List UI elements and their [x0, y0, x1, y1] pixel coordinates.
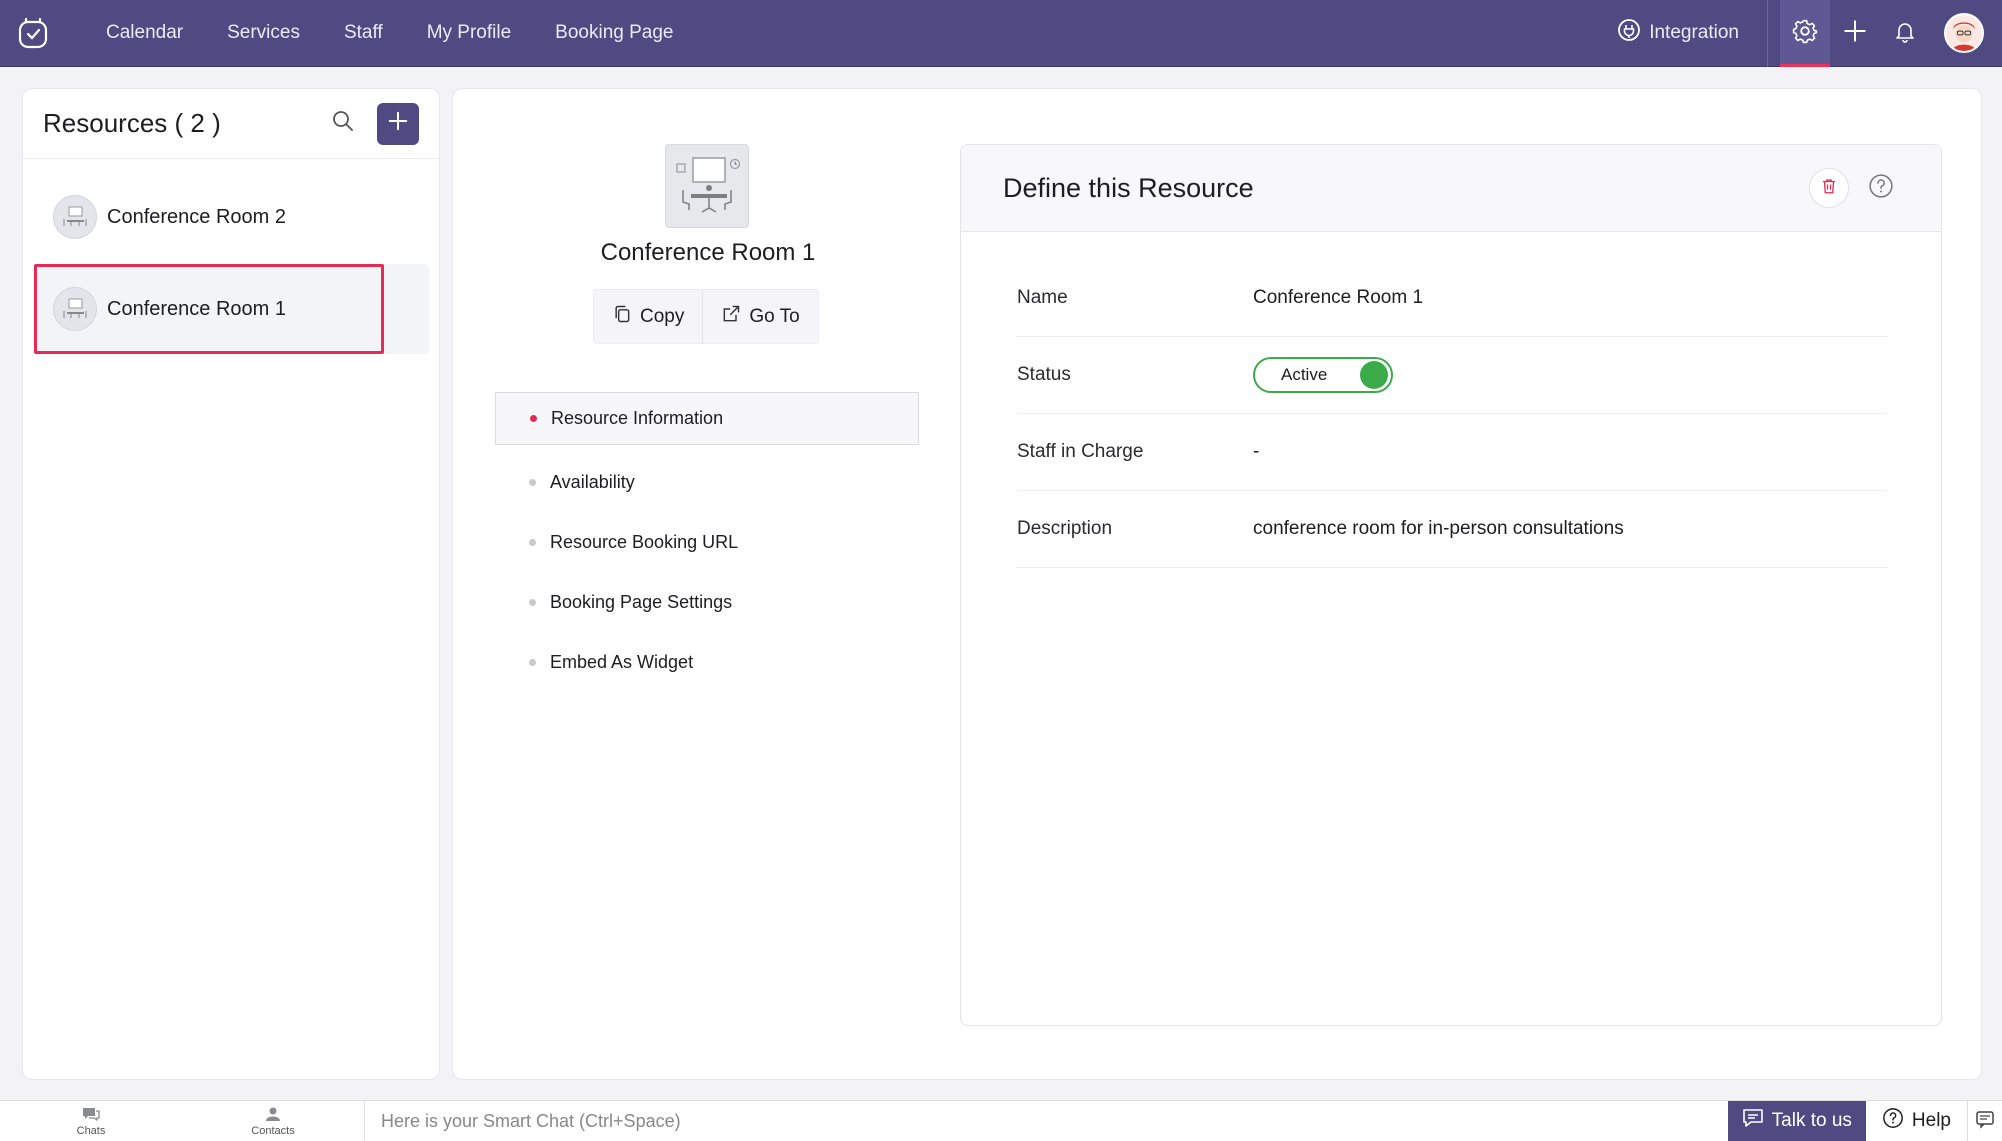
menu-resource-information[interactable]: Resource Information: [495, 392, 919, 445]
bell-icon: [1893, 19, 1917, 48]
menu-label: Availability: [550, 471, 635, 492]
gear-icon: [1792, 18, 1818, 49]
resources-panel: Resources ( 2 ) Conference Room 2 Confer…: [22, 88, 440, 1080]
field-label: Description: [1017, 518, 1113, 539]
menu-label: Booking Page Settings: [550, 591, 733, 612]
menu-label: Embed As Widget: [550, 651, 694, 672]
menu-availability[interactable]: Availability: [495, 452, 919, 512]
copy-label: Copy: [640, 305, 685, 327]
go-to-label: Go To: [749, 305, 800, 327]
resource-fields: Name Conference Room 1 Status Active Sta…: [1017, 260, 1887, 568]
define-resource-title: Define this Resource: [1003, 172, 1254, 203]
delete-resource-button[interactable]: [1809, 168, 1849, 208]
menu-resource-booking-url[interactable]: Resource Booking URL: [495, 512, 919, 572]
field-value[interactable]: Conference Room 1: [1253, 287, 1423, 309]
user-avatar[interactable]: [1944, 13, 1984, 53]
resource-item-label: Conference Room 1: [107, 297, 286, 320]
add-resource-button[interactable]: [377, 102, 419, 145]
notifications-button[interactable]: [1880, 0, 1930, 67]
nav-booking-page[interactable]: Booking Page: [533, 0, 695, 67]
plus-icon: [1842, 18, 1868, 49]
nav-services[interactable]: Services: [205, 0, 322, 67]
resource-actions: Copy Go To: [593, 289, 819, 344]
integration-icon: [1617, 18, 1641, 48]
field-value[interactable]: -: [1253, 441, 1259, 463]
integration-label: Integration: [1649, 22, 1739, 43]
question-icon: [1868, 173, 1894, 204]
field-row-status: Status Active: [1017, 337, 1887, 414]
help-label: Help: [1911, 1110, 1951, 1131]
field-row-name: Name Conference Room 1: [1017, 260, 1887, 337]
field-label: Name: [1017, 287, 1068, 308]
help-button[interactable]: [1863, 170, 1899, 206]
feedback-button[interactable]: [1968, 1101, 2002, 1141]
contacts-label: Contacts: [251, 1124, 295, 1137]
bullet-dot: [530, 415, 537, 422]
resource-item-conference-room-1[interactable]: Conference Room 1: [33, 264, 429, 354]
resource-item-conference-room-2[interactable]: Conference Room 2: [33, 172, 429, 262]
chats-label: Chats: [76, 1124, 106, 1137]
plus-icon: [387, 110, 409, 137]
bullet-dot: [529, 538, 536, 546]
message-icon: [1742, 1108, 1764, 1134]
settings-button[interactable]: [1780, 0, 1830, 67]
talk-to-us-label: Talk to us: [1771, 1110, 1852, 1131]
field-label: Status: [1017, 364, 1071, 385]
toggle-knob: [1360, 361, 1388, 389]
menu-label: Resource Booking URL: [550, 531, 739, 552]
chat-bubble-icon: [81, 1106, 101, 1125]
field-value[interactable]: conference room for in-person consultati…: [1253, 518, 1624, 540]
bottom-bar: Chats Contacts Here is your Smart Chat (…: [0, 1100, 2002, 1141]
search-button[interactable]: [323, 104, 363, 144]
field-row-staff-in-charge: Staff in Charge -: [1017, 414, 1887, 491]
help-link[interactable]: Help: [1866, 1100, 1968, 1141]
menu-booking-page-settings[interactable]: Booking Page Settings: [495, 572, 919, 632]
app-logo-icon[interactable]: [16, 15, 52, 51]
status-toggle[interactable]: Active: [1253, 357, 1393, 393]
copy-button[interactable]: Copy: [594, 290, 702, 343]
go-to-button[interactable]: Go To: [702, 290, 817, 343]
menu-label: Resource Information: [551, 408, 724, 428]
smart-chat-input[interactable]: Here is your Smart Chat (Ctrl+Space): [364, 1100, 1728, 1141]
contacts-icon: [264, 1106, 282, 1125]
bullet-dot: [529, 658, 536, 666]
integration-link[interactable]: Integration: [1617, 0, 1768, 67]
chats-tab[interactable]: Chats: [0, 1101, 182, 1141]
trash-icon: [1820, 177, 1838, 200]
resources-title: Resources ( 2 ): [43, 108, 221, 138]
contacts-tab[interactable]: Contacts: [182, 1101, 364, 1141]
conference-room-icon: [53, 287, 97, 331]
conference-room-icon: [53, 195, 97, 239]
field-label: Staff in Charge: [1017, 441, 1144, 462]
copy-icon: [612, 304, 632, 330]
external-link-icon: [721, 304, 741, 330]
bullet-dot: [529, 598, 536, 606]
define-resource-header: Define this Resource: [961, 145, 1941, 232]
nav-staff[interactable]: Staff: [322, 0, 405, 67]
resource-section-menu: Resource Information Availability Resour…: [495, 392, 919, 692]
talk-to-us-button[interactable]: Talk to us: [1727, 1100, 1866, 1141]
add-new-button[interactable]: [1830, 0, 1880, 67]
nav-my-profile[interactable]: My Profile: [405, 0, 533, 67]
menu-embed-as-widget[interactable]: Embed As Widget: [495, 632, 919, 692]
top-navigation: Calendar Services Staff My Profile Booki…: [0, 0, 2002, 67]
question-icon: [1882, 1107, 1904, 1135]
define-resource-card: Define this Resource Name Conference Roo…: [960, 144, 1942, 1026]
bullet-dot: [529, 478, 536, 486]
resource-name-heading: Conference Room 1: [600, 239, 816, 266]
resources-header: Resources ( 2 ): [23, 89, 439, 159]
search-icon: [331, 109, 355, 138]
resource-item-label: Conference Room 2: [107, 205, 286, 228]
status-toggle-label: Active: [1281, 365, 1328, 384]
feedback-icon: [1975, 1109, 1995, 1134]
resource-image[interactable]: [665, 144, 749, 228]
resource-detail-panel: Conference Room 1 Copy Go To Resource In…: [452, 88, 1982, 1080]
field-row-description: Description conference room for in-perso…: [1017, 491, 1887, 568]
nav-calendar[interactable]: Calendar: [84, 0, 205, 67]
